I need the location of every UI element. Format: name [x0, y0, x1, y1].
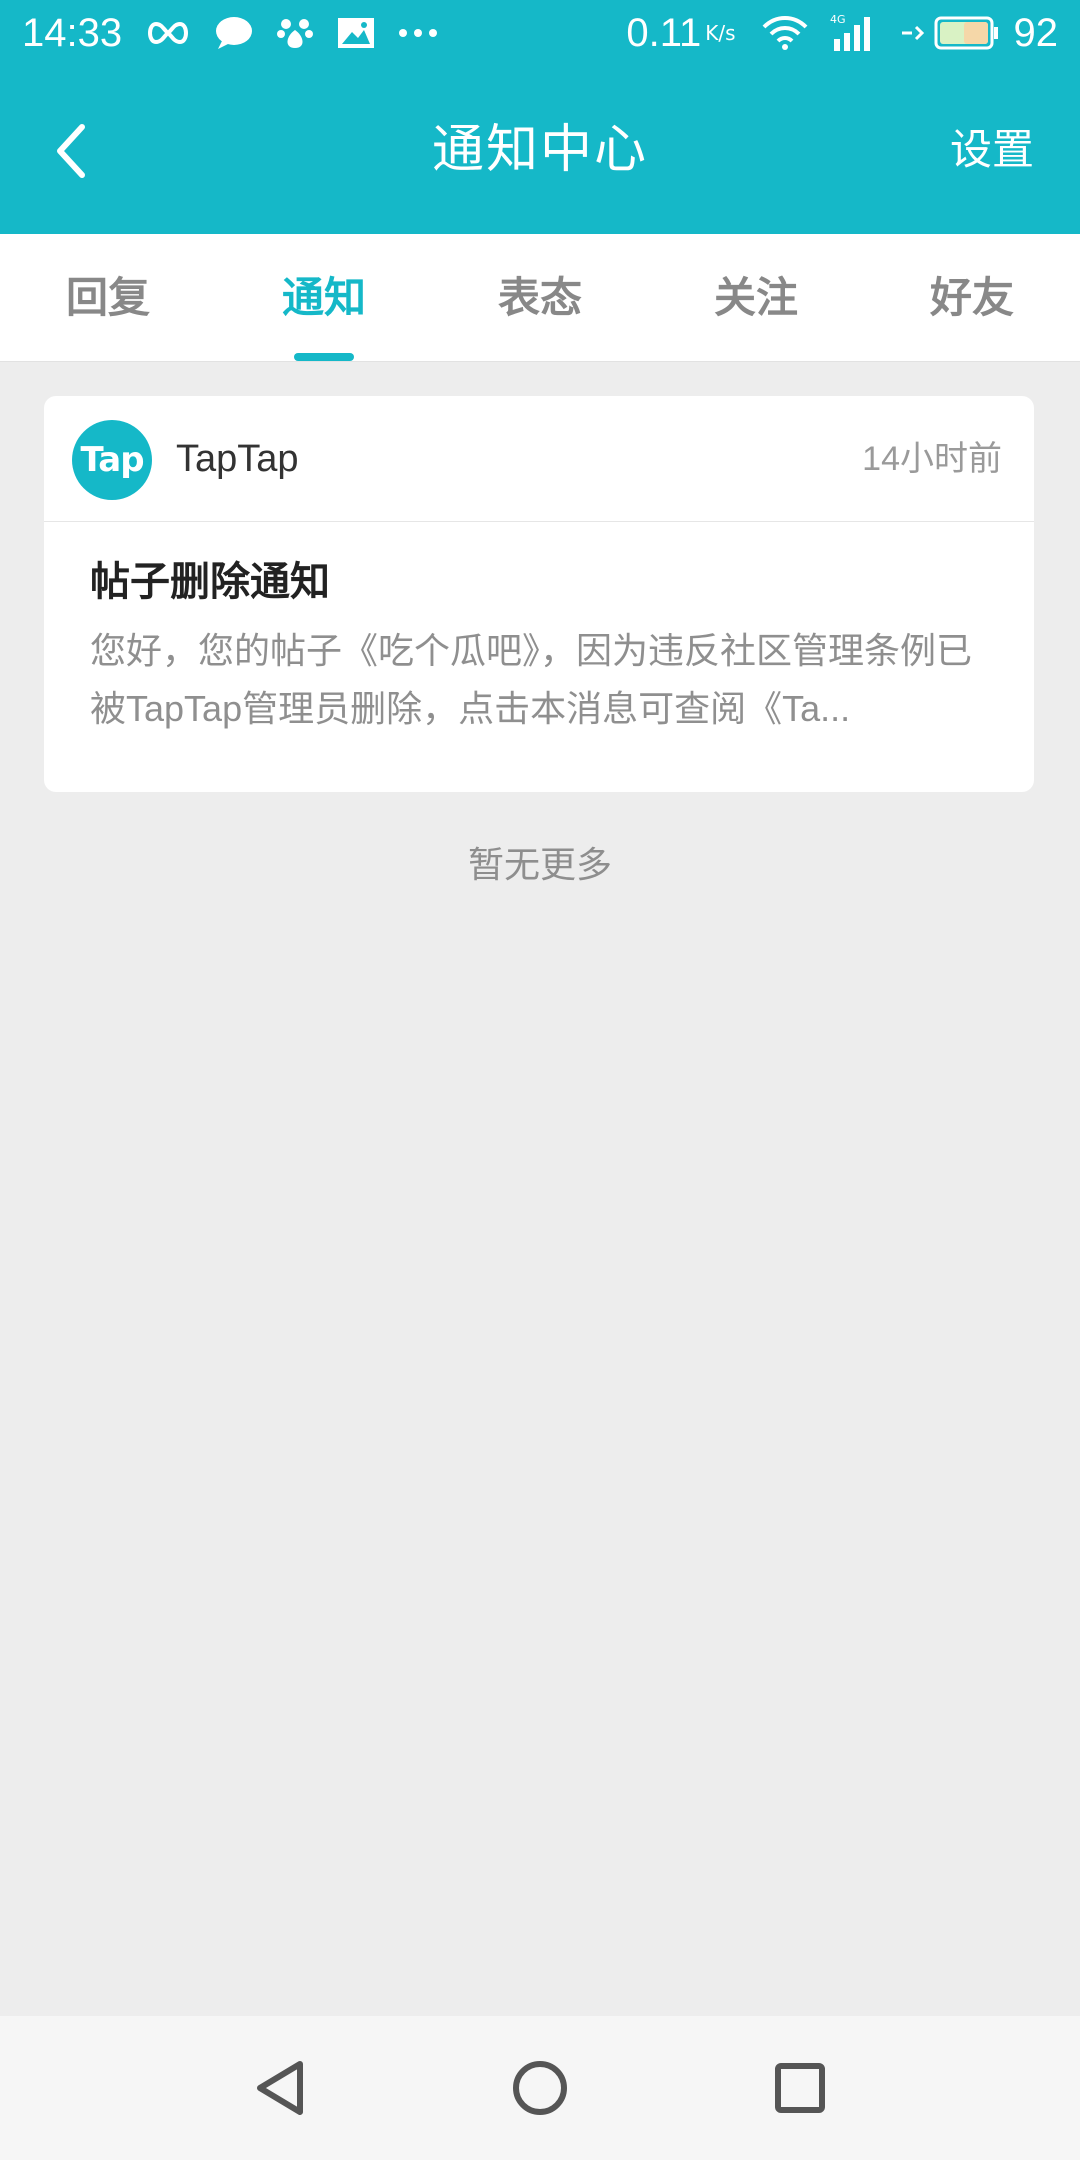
svg-text:4G: 4G: [830, 13, 846, 26]
notification-card[interactable]: Tap TapTap 14小时前 帖子删除通知 您好，您的帖子《吃个瓜吧》，因为…: [44, 396, 1034, 792]
status-bar: 14:33 0.11 K/s 4G 92: [0, 0, 1080, 66]
active-tab-indicator: [294, 353, 354, 361]
home-circle-icon: [513, 2061, 567, 2115]
more-dots-icon: [398, 28, 438, 38]
infinity-icon: [144, 18, 192, 48]
signal-4g-icon: 4G: [830, 13, 878, 53]
tab-label: 通知: [281, 274, 366, 321]
notification-time: 14小时前: [862, 440, 1002, 478]
sender-name[interactable]: TapTap: [176, 396, 299, 522]
nav-recents-button[interactable]: [755, 2043, 845, 2133]
chat-bubble-icon: [214, 15, 254, 51]
end-of-list-text: 暂无更多: [467, 844, 612, 885]
image-icon: [336, 16, 376, 50]
net-speed: 0.11: [626, 10, 702, 55]
tab-label: 好友: [929, 274, 1014, 321]
status-bar-right: 0.11 K/s 4G 92: [626, 11, 1058, 56]
sender-avatar[interactable]: Tap: [72, 420, 152, 500]
notification-body: 帖子删除通知 您好，您的帖子《吃个瓜吧》，因为违反社区管理条例已被TapTap管…: [44, 522, 1034, 738]
wifi-icon: [762, 15, 808, 51]
system-nav-bar: [0, 2016, 1080, 2160]
tab-label: 关注: [713, 274, 798, 321]
battery-icon: [934, 16, 1000, 50]
nav-home-button[interactable]: [495, 2043, 585, 2133]
notification-header: Tap TapTap 14小时前: [44, 396, 1034, 522]
notification-title: 帖子删除通知: [90, 560, 330, 604]
tab-bar: 回复 通知 表态 关注 好友: [0, 234, 1080, 362]
tab-notification[interactable]: 通知: [216, 234, 432, 361]
tab-reaction[interactable]: 表态: [432, 234, 648, 361]
settings-button[interactable]: 设置: [950, 66, 1034, 234]
net-speed-unit: K/s: [705, 21, 736, 45]
recents-square-icon: [775, 2063, 825, 2113]
tab-label: 表态: [497, 274, 582, 321]
tab-label: 回复: [65, 274, 150, 321]
nav-back-button[interactable]: [235, 2043, 325, 2133]
notification-text: 您好，您的帖子《吃个瓜吧》，因为违反社区管理条例已被TapTap管理员删除，点击…: [90, 630, 973, 729]
status-bar-left: 14:33: [22, 11, 460, 56]
charging-icon: [900, 23, 930, 43]
battery-level: 92: [1013, 10, 1059, 55]
tab-friends[interactable]: 好友: [864, 234, 1080, 361]
status-time: 14:33: [22, 10, 123, 55]
app-bar: 通知中心 设置: [0, 66, 1080, 234]
tab-follow[interactable]: 关注: [648, 234, 864, 361]
baidu-paw-icon: [276, 14, 314, 52]
page-title: 通知中心: [431, 121, 648, 179]
back-triangle-icon: [257, 2061, 303, 2115]
tab-reply[interactable]: 回复: [0, 234, 216, 361]
